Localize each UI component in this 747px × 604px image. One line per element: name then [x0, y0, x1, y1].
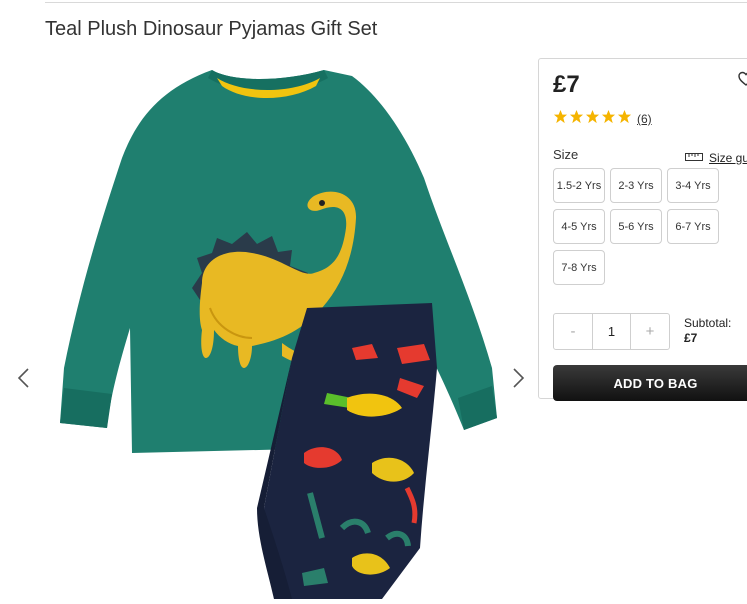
size-option[interactable]: 4-5 Yrs — [553, 209, 605, 244]
size-option[interactable]: 2-3 Yrs — [610, 168, 662, 203]
chevron-right-icon[interactable] — [510, 367, 526, 389]
product-price: £7 — [553, 71, 580, 98]
star-icon — [553, 109, 569, 129]
star-icon — [569, 109, 585, 129]
add-to-bag-button[interactable]: ADD TO BAG — [553, 365, 747, 401]
heart-icon[interactable] — [738, 71, 747, 92]
product-image — [52, 68, 502, 604]
size-label: Size — [553, 147, 579, 162]
size-option[interactable]: 7-8 Yrs — [553, 250, 605, 285]
size-option[interactable]: 6-7 Yrs — [667, 209, 719, 244]
review-count-link[interactable]: (6) — [637, 112, 652, 126]
size-option[interactable]: 3-4 Yrs — [667, 168, 719, 203]
chevron-left-icon[interactable] — [16, 367, 32, 389]
star-icon — [601, 109, 617, 129]
product-title: Teal Plush Dinosaur Pyjamas Gift Set — [45, 18, 378, 40]
increase-quantity-button[interactable]: + — [631, 314, 669, 349]
subtotal: Subtotal: £7 — [684, 316, 731, 346]
decrease-quantity-button[interactable]: - — [554, 314, 592, 349]
size-option[interactable]: 1.5-2 Yrs — [553, 168, 605, 203]
ruler-icon — [685, 149, 703, 167]
star-icon — [617, 109, 633, 129]
subtotal-label: Subtotal: — [684, 316, 732, 330]
quantity-input[interactable]: 1 — [592, 314, 631, 349]
star-icon — [585, 109, 601, 129]
size-option[interactable]: 5-6 Yrs — [610, 209, 662, 244]
top-divider — [45, 2, 747, 3]
rating: (6) — [553, 109, 652, 129]
purchase-panel: £7 (6) Size Size gu 1.5-2 Yrs 2-3 Yrs 3-… — [538, 58, 747, 401]
size-guide-label: Size gu — [709, 151, 747, 165]
size-guide-link[interactable]: Size gu — [685, 149, 747, 167]
quantity-stepper: - 1 + — [553, 313, 670, 350]
product-gallery — [0, 58, 540, 599]
subtotal-value: £7 — [684, 331, 698, 345]
